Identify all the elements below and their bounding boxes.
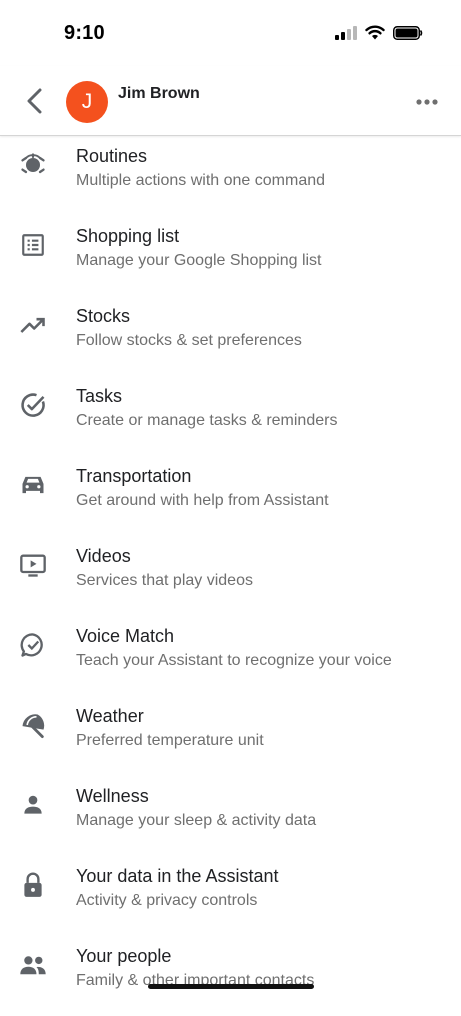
people-icon: [18, 950, 48, 980]
item-subtitle: Teach your Assistant to recognize your v…: [76, 652, 392, 669]
item-subtitle: Services that play videos: [76, 572, 253, 589]
person-icon: [18, 790, 48, 820]
settings-list: Routines Multiple actions with one comma…: [0, 136, 461, 1016]
routines-icon: [18, 150, 48, 180]
trending-up-icon: [18, 310, 48, 340]
wifi-icon: [365, 25, 385, 40]
status-icons: [335, 25, 423, 40]
item-title: Your people: [76, 946, 172, 966]
list-item-tasks[interactable]: Tasks Create or manage tasks & reminders: [0, 376, 461, 456]
item-title: Tasks: [76, 386, 123, 406]
item-title: Videos: [76, 546, 131, 566]
car-icon: [18, 470, 48, 500]
list-item-wellness[interactable]: Wellness Manage your sleep & activity da…: [0, 776, 461, 856]
list-item-videos[interactable]: Videos Services that play videos: [0, 536, 461, 616]
home-indicator[interactable]: [148, 984, 314, 989]
more-horizontal-icon: [416, 99, 438, 105]
item-subtitle: Multiple actions with one command: [76, 172, 326, 189]
item-title: Wellness: [76, 786, 149, 806]
list-item-stocks[interactable]: Stocks Follow stocks & set preferences: [0, 296, 461, 376]
item-subtitle: Follow stocks & set preferences: [76, 332, 302, 349]
item-title: Transportation: [76, 466, 192, 486]
item-subtitle: Get around with help from Assistant: [76, 492, 329, 509]
item-subtitle: Activity & privacy controls: [76, 892, 258, 909]
list-item-your-people[interactable]: Your people Family & other important con…: [0, 936, 461, 1016]
status-time: 9:10: [64, 22, 105, 44]
chevron-left-icon: [27, 88, 42, 114]
item-subtitle: Create or manage tasks & reminders: [76, 412, 338, 429]
list-icon: [18, 230, 48, 260]
back-button[interactable]: [20, 86, 48, 116]
item-title: Stocks: [76, 306, 131, 326]
cellular-signal-icon: [335, 25, 357, 40]
list-item-your-data[interactable]: Your data in the Assistant Activity & pr…: [0, 856, 461, 936]
item-title: Your data in the Assistant: [76, 866, 279, 886]
list-item-weather[interactable]: Weather Preferred temperature unit: [0, 696, 461, 776]
item-title: Routines: [76, 146, 148, 166]
voice-check-icon: [18, 630, 48, 660]
item-title: Voice Match: [76, 626, 175, 646]
user-name: Jim Brown: [118, 85, 200, 102]
item-subtitle: Preferred temperature unit: [76, 732, 264, 749]
item-subtitle: Manage your sleep & activity data: [76, 812, 317, 829]
lock-icon: [18, 870, 48, 900]
check-circle-icon: [18, 390, 48, 420]
status-bar: 9:10: [0, 0, 461, 66]
umbrella-icon: [18, 710, 48, 740]
item-subtitle: Manage your Google Shopping list: [76, 252, 322, 269]
list-item-transportation[interactable]: Transportation Get around with help from…: [0, 456, 461, 536]
more-options-button[interactable]: [415, 92, 439, 112]
tv-play-icon: [18, 550, 48, 580]
item-title: Weather: [76, 706, 144, 726]
avatar[interactable]: J: [66, 81, 108, 123]
item-title: Shopping list: [76, 226, 180, 246]
list-item-voice-match[interactable]: Voice Match Teach your Assistant to reco…: [0, 616, 461, 696]
list-item-routines[interactable]: Routines Multiple actions with one comma…: [0, 136, 461, 216]
battery-icon: [393, 25, 423, 40]
list-item-shopping-list[interactable]: Shopping list Manage your Google Shoppin…: [0, 216, 461, 296]
app-header: J Jim Brown: [0, 66, 461, 136]
